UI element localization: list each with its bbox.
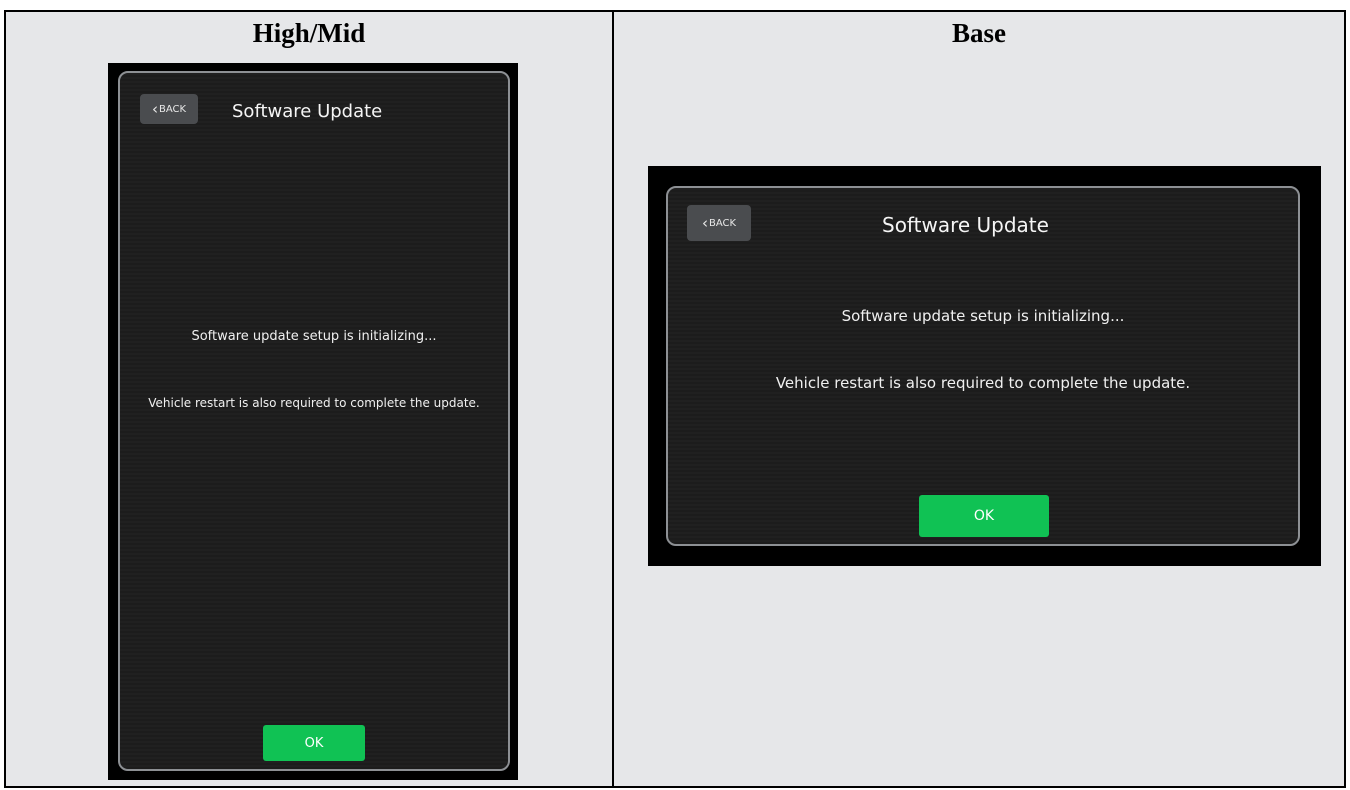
- chevron-left-icon: ‹: [701, 213, 708, 232]
- back-label: BACK: [708, 217, 737, 229]
- ok-button[interactable]: OK: [919, 495, 1049, 537]
- high-mid-screen: ‹ BACK Software Update Software update s…: [118, 71, 510, 771]
- setup-message: Software update setup is initializing...: [841, 307, 1125, 325]
- ok-label: OK: [973, 508, 995, 524]
- comparison-table: High/Mid ‹ BACK Software Update Software…: [4, 10, 1346, 788]
- restart-message: Vehicle restart is also required to comp…: [148, 396, 480, 410]
- base-screen: ‹ BACK Software Update Software update s…: [666, 186, 1300, 546]
- back-label: BACK: [158, 103, 187, 115]
- ok-label: OK: [304, 735, 324, 751]
- base-column: Base ‹ BACK Software Update Software upd…: [614, 12, 1344, 786]
- ok-button[interactable]: OK: [263, 725, 365, 761]
- screen-title: Software Update: [232, 101, 383, 122]
- base-heading: Base: [952, 18, 1006, 48]
- high-mid-heading: High/Mid: [252, 18, 366, 48]
- high-mid-screenshot: ‹ BACK Software Update Software update s…: [108, 63, 518, 780]
- high-mid-column: High/Mid ‹ BACK Software Update Software…: [6, 12, 614, 786]
- chevron-left-icon: ‹: [151, 99, 158, 118]
- screen-title: Software Update: [882, 213, 1049, 237]
- setup-message: Software update setup is initializing...: [191, 329, 437, 344]
- base-screenshot: ‹ BACK Software Update Software update s…: [648, 166, 1321, 566]
- back-button[interactable]: ‹ BACK: [687, 205, 751, 241]
- restart-message: Vehicle restart is also required to comp…: [775, 374, 1191, 392]
- back-button[interactable]: ‹ BACK: [140, 94, 198, 124]
